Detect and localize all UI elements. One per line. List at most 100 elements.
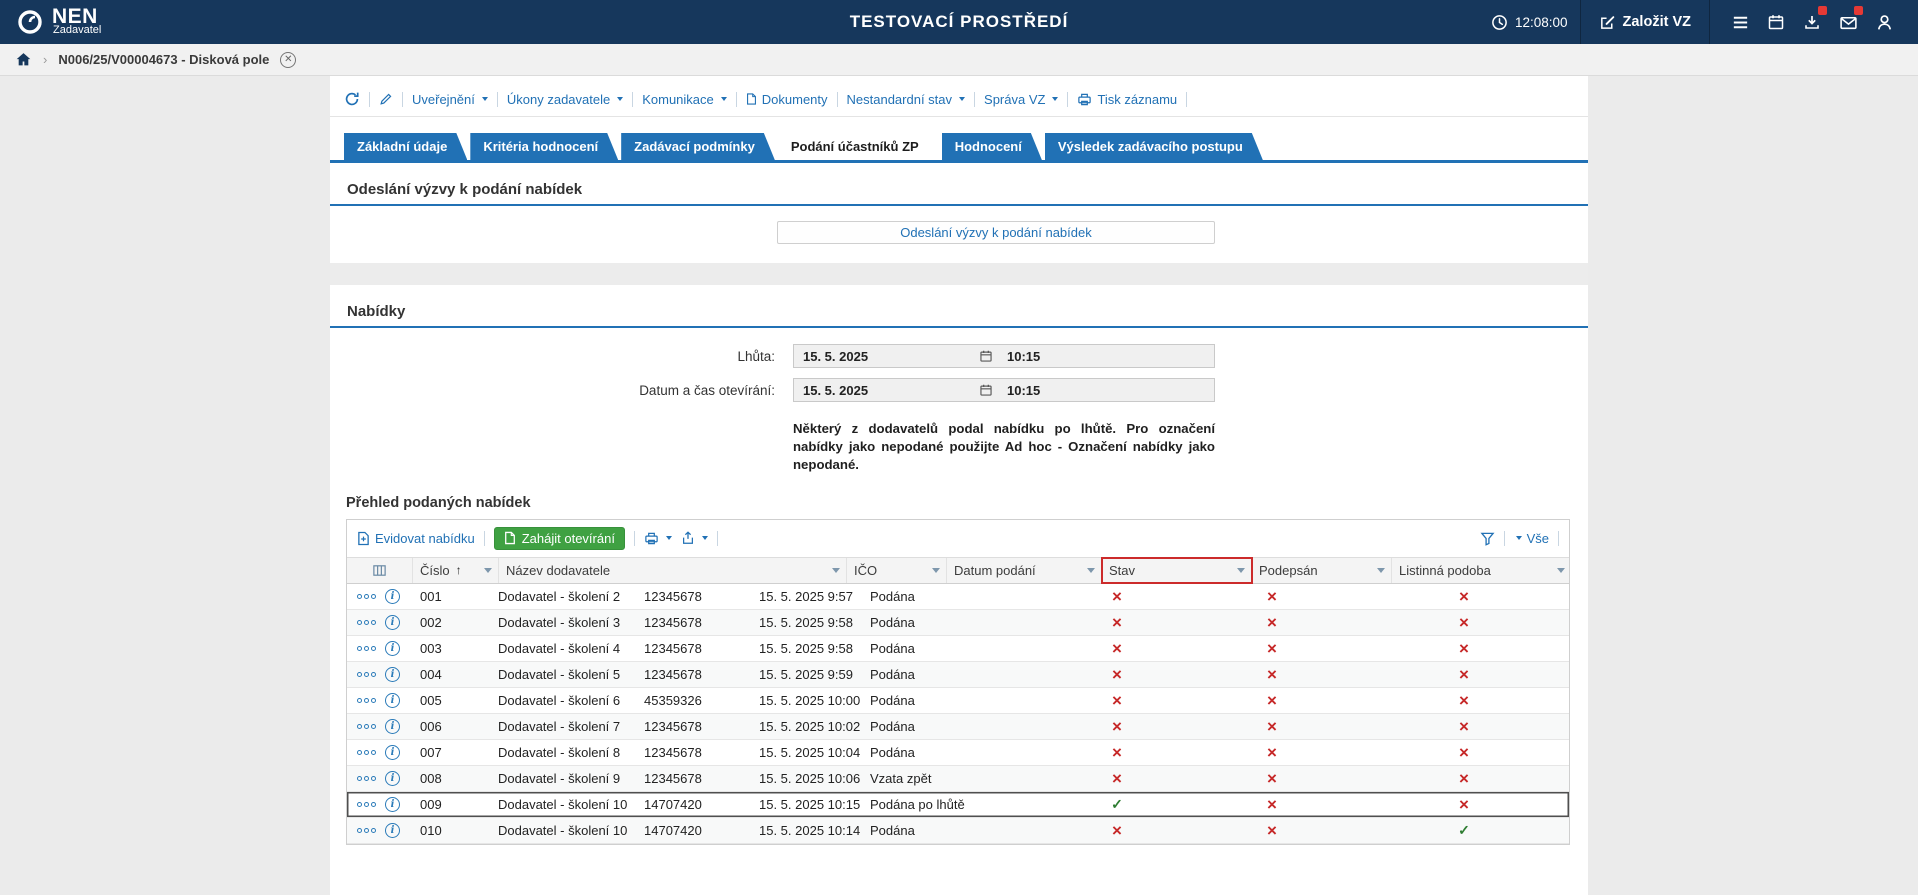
info-icon[interactable]: i <box>385 693 400 708</box>
close-circle-icon[interactable]: ✕ <box>280 52 296 68</box>
row-actions-cell: i <box>347 719 413 734</box>
cell-listinna-mark <box>1357 666 1571 683</box>
info-icon[interactable]: i <box>385 641 400 656</box>
info-icon[interactable]: i <box>385 589 400 604</box>
oteviranie-date-value[interactable]: 15. 5. 2025 <box>794 383 979 398</box>
filter-vse-dropdown[interactable]: Vše <box>1514 531 1549 546</box>
filter-caret-icon[interactable] <box>1557 568 1565 573</box>
listinna-mark-icon <box>1459 666 1469 683</box>
row-actions-cell: i <box>347 589 413 604</box>
stav-mark-icon <box>1112 640 1122 657</box>
section-title-nabidky: Nabídky <box>330 303 1588 328</box>
cell-dodavatel: Dodavatel - školení 4 <box>491 641 637 656</box>
row-actions-icon[interactable] <box>357 802 376 807</box>
offer-row[interactable]: i 002 Dodavatel - školení 3 12345678 15.… <box>347 610 1569 636</box>
filter-caret-icon[interactable] <box>1087 568 1095 573</box>
column-header-podepsan[interactable]: Podepsán <box>1252 558 1392 583</box>
pencil-icon[interactable] <box>379 92 393 106</box>
offer-row[interactable]: i 005 Dodavatel - školení 6 45359326 15.… <box>347 688 1569 714</box>
lhuta-time-value[interactable]: 10:15 <box>993 349 1040 364</box>
topbar-separator <box>1709 0 1710 44</box>
filter-caret-icon[interactable] <box>484 568 492 573</box>
filter-caret-icon[interactable] <box>1237 568 1245 573</box>
cell-dodavatel: Dodavatel - školení 8 <box>491 745 637 760</box>
row-actions-icon[interactable] <box>357 672 376 677</box>
info-icon[interactable]: i <box>385 719 400 734</box>
offer-row[interactable]: i 003 Dodavatel - školení 4 12345678 15.… <box>347 636 1569 662</box>
info-icon[interactable]: i <box>385 667 400 682</box>
tab-kriteria-hodnoceni[interactable]: Kritéria hodnocení <box>470 133 618 160</box>
print-table-button[interactable] <box>644 531 672 546</box>
tab-hodnoceni[interactable]: Hodnocení <box>942 133 1042 160</box>
cell-ico: 12345678 <box>637 719 752 734</box>
offer-row[interactable]: i 004 Dodavatel - školení 5 12345678 15.… <box>347 662 1569 688</box>
filter-caret-icon[interactable] <box>832 568 840 573</box>
menu-ukony-zadavatele[interactable]: Úkony zadavatele <box>507 92 623 107</box>
column-header-datum-podani[interactable]: Datum podání <box>947 558 1102 583</box>
evidovat-nabidku-button[interactable]: Evidovat nabídku <box>357 531 475 546</box>
tab-zadavaci-podminky[interactable]: Zadávací podmínky <box>621 133 775 160</box>
mail-icon[interactable] <box>1830 0 1866 44</box>
column-header-ico[interactable]: IČO <box>847 558 947 583</box>
column-header-nazev-dodavatele[interactable]: Název dodavatele <box>499 558 847 583</box>
offer-row[interactable]: i 008 Dodavatel - školení 9 12345678 15.… <box>347 766 1569 792</box>
create-vz-button[interactable]: Založit VZ <box>1593 13 1697 32</box>
export-table-button[interactable] <box>681 531 708 545</box>
menu-icon[interactable] <box>1722 0 1758 44</box>
refresh-icon[interactable] <box>344 91 360 107</box>
podepsan-mark-icon <box>1267 796 1277 813</box>
tab-vysledek-zadavaciho-postupu[interactable]: Výsledek zadávacího postupu <box>1045 133 1263 160</box>
listinna-mark-icon <box>1459 718 1469 735</box>
row-actions-icon[interactable] <box>357 620 376 625</box>
menu-uverejneni[interactable]: Uveřejnění <box>412 92 488 107</box>
info-icon[interactable]: i <box>385 745 400 760</box>
calendar-icon[interactable] <box>1758 0 1794 44</box>
row-actions-icon[interactable] <box>357 724 376 729</box>
info-icon[interactable]: i <box>385 771 400 786</box>
row-actions-icon[interactable] <box>357 698 376 703</box>
offer-row[interactable]: i 009 Dodavatel - školení 10 14707420 15… <box>347 792 1569 818</box>
offer-row[interactable]: i 001 Dodavatel - školení 2 12345678 15.… <box>347 584 1569 610</box>
chevron-down-icon <box>1052 97 1058 101</box>
info-icon[interactable]: i <box>385 823 400 838</box>
column-header-stav[interactable]: Stav <box>1102 558 1252 583</box>
zahajit-otevirani-button[interactable]: Zahájit otevírání <box>494 527 625 550</box>
filter-caret-icon[interactable] <box>1377 568 1385 573</box>
tab-podani-ucastniku-zp[interactable]: Podání účastníků ZP <box>778 133 939 160</box>
info-icon[interactable]: i <box>385 797 400 812</box>
menu-komunikace[interactable]: Komunikace <box>642 92 727 107</box>
row-actions-icon[interactable] <box>357 750 376 755</box>
menu-tisk-zaznamu[interactable]: Tisk záznamu <box>1077 92 1177 107</box>
tab-zakladni-udaje[interactable]: Základní údaje <box>344 133 467 160</box>
calendar-icon[interactable] <box>979 383 993 397</box>
stav-mark-icon <box>1112 614 1122 631</box>
nen-logo[interactable]: NEN Zadavatel <box>16 8 101 36</box>
info-icon[interactable]: i <box>385 615 400 630</box>
menu-sprava-vz[interactable]: Správa VZ <box>984 92 1058 107</box>
lhuta-date-value[interactable]: 15. 5. 2025 <box>794 349 979 364</box>
odeslani-vyzvy-button[interactable]: Odeslání výzvy k podání nabídek <box>777 221 1215 244</box>
download-icon[interactable] <box>1794 0 1830 44</box>
row-actions-icon[interactable] <box>357 646 376 651</box>
oteviranie-time-value[interactable]: 10:15 <box>993 383 1040 398</box>
column-header-cislo[interactable]: Číslo ↑ <box>413 558 499 583</box>
offer-row[interactable]: i 010 Dodavatel - školení 10 14707420 15… <box>347 818 1569 844</box>
filter-caret-icon[interactable] <box>932 568 940 573</box>
row-actions-icon[interactable] <box>357 776 376 781</box>
user-icon[interactable] <box>1866 0 1902 44</box>
cell-stav: Podána <box>863 719 1047 734</box>
offer-row[interactable]: i 007 Dodavatel - školení 8 12345678 15.… <box>347 740 1569 766</box>
calendar-icon[interactable] <box>979 349 993 363</box>
open-document-icon <box>504 531 516 545</box>
cell-stav: Podána <box>863 667 1047 682</box>
home-icon[interactable] <box>15 51 32 68</box>
menu-dokumenty[interactable]: Dokumenty <box>746 92 828 107</box>
column-header-listinna-podoba[interactable]: Listinná podoba <box>1392 558 1571 583</box>
offer-row[interactable]: i 006 Dodavatel - školení 7 12345678 15.… <box>347 714 1569 740</box>
menu-nestandardni-stav[interactable]: Nestandardní stav <box>847 92 966 107</box>
row-actions-icon[interactable] <box>357 594 376 599</box>
breadcrumb-item[interactable]: N006/25/V00004673 - Disková pole <box>58 52 269 67</box>
column-chooser-icon[interactable] <box>347 558 413 583</box>
row-actions-icon[interactable] <box>357 828 376 833</box>
filter-funnel-icon[interactable] <box>1480 531 1495 546</box>
